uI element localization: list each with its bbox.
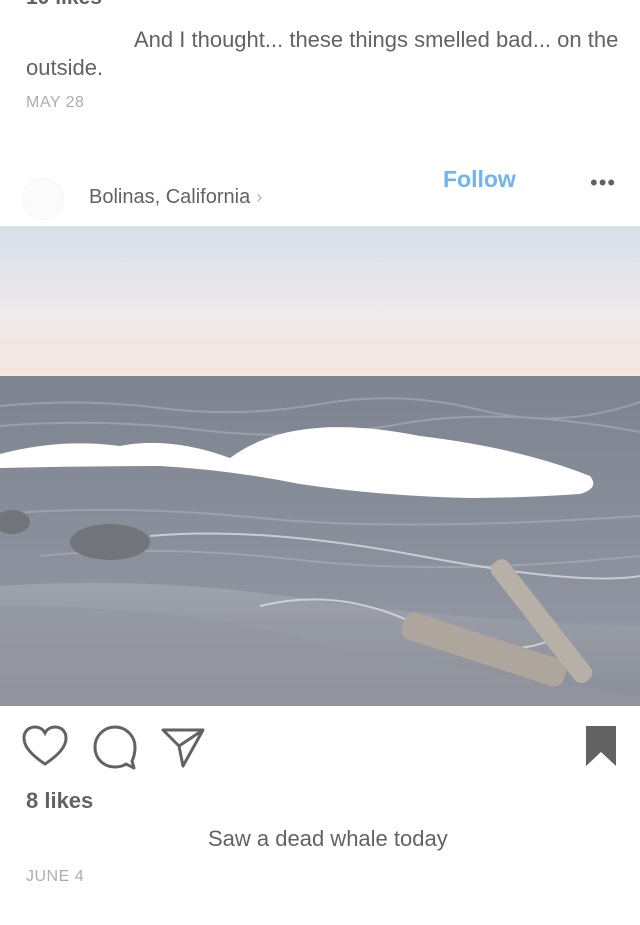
action-bar	[0, 724, 640, 774]
location-link[interactable]: Bolinas, California ›	[89, 186, 262, 209]
post-date: JUNE 4	[26, 868, 85, 885]
chevron-right-icon: ›	[256, 187, 263, 207]
avatar[interactable]	[22, 178, 64, 220]
bookmark-icon[interactable]	[578, 724, 624, 770]
more-options-icon[interactable]: •••	[590, 170, 616, 196]
post-header: Bolinas, California › Follow •••	[0, 150, 640, 226]
beach-photo[interactable]	[0, 226, 640, 706]
previous-post-date: MAY 28	[26, 94, 85, 111]
follow-button[interactable]: Follow	[443, 166, 516, 193]
share-icon[interactable]	[160, 724, 206, 770]
feed: 10 likes And I thought... these things s…	[0, 0, 640, 925]
previous-post-likes[interactable]: 10 likes	[26, 0, 102, 10]
location-label: Bolinas, California	[89, 186, 251, 208]
post-caption: Saw a dead whale today	[208, 826, 448, 851]
previous-post-caption: And I thought... these things smelled ba…	[26, 27, 619, 80]
comment-icon[interactable]	[92, 724, 138, 770]
heart-icon[interactable]	[22, 724, 68, 770]
likes-count[interactable]: 8 likes	[26, 788, 93, 814]
